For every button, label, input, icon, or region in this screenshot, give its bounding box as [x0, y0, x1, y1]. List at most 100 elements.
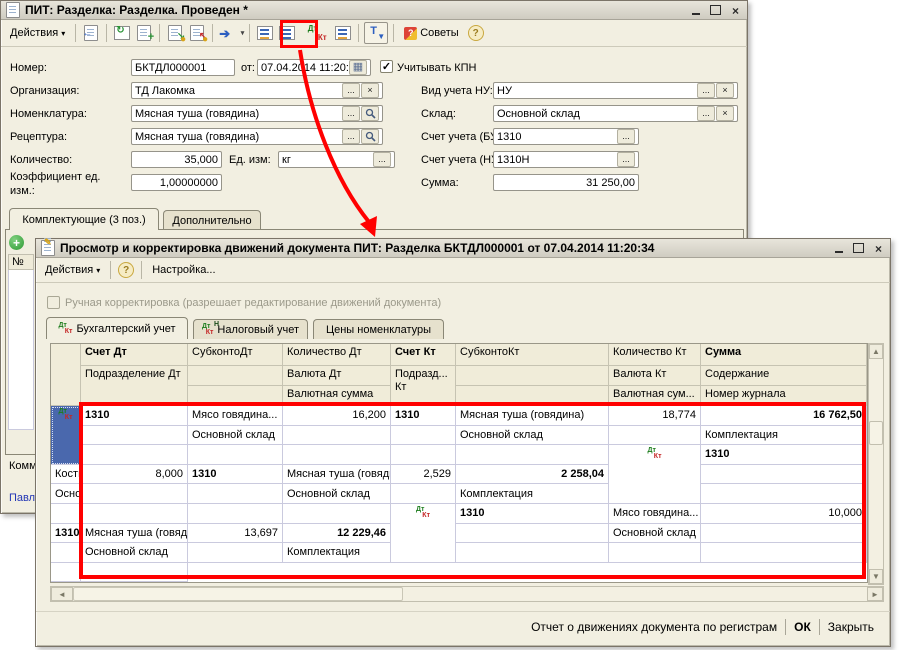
maximize-icon[interactable] [709, 4, 722, 16]
vertical-scrollbar[interactable]: ▲ ▼ [868, 343, 884, 585]
cell-val-summa-dt[interactable] [609, 543, 701, 563]
cell-val-summa-kt[interactable] [188, 504, 283, 524]
ok-button[interactable]: ОК [786, 620, 819, 634]
cell-qty-dt[interactable]: 10,000 [701, 504, 867, 524]
cell-subkonto-kt[interactable]: Мясная туша (говядина) [81, 524, 188, 544]
cell-subkonto-kt[interactable]: Мясная туша (говядина) [456, 406, 609, 426]
cell-qty-dt[interactable]: 8,000 [81, 465, 188, 485]
nu-kind-field[interactable]: НУ ... × [493, 82, 738, 99]
cell-subkonto-kt[interactable]: Основной склад [81, 543, 188, 563]
movements-window-titlebar[interactable]: ✎ Просмотр и корректировка движений доку… [36, 239, 890, 258]
number-column[interactable] [8, 270, 34, 430]
cell-valuta-kt[interactable] [188, 543, 283, 563]
register-report-button[interactable]: Отчет о движениях документа по регистрам [523, 620, 785, 634]
select-icon[interactable]: ... [342, 129, 360, 144]
unpost-document-icon[interactable]: ↖● [187, 23, 207, 43]
post-document-icon[interactable]: ↘● [165, 23, 185, 43]
cell-podrazdelenie-dt[interactable] [81, 426, 188, 446]
filter-icon[interactable]: Т▼ [364, 22, 388, 44]
cell-valuta-dt[interactable] [701, 524, 867, 544]
scroll-thumb[interactable] [73, 587, 403, 601]
horizontal-scrollbar[interactable]: ◄ ► [50, 586, 884, 602]
advice-button[interactable]: ? Советы [399, 25, 463, 42]
cell-podrazdelenie-dt[interactable] [456, 524, 609, 544]
scroll-up-icon[interactable]: ▲ [869, 344, 883, 359]
cell-subkonto-dt[interactable]: Основной склад [609, 524, 701, 544]
cell-valuta-kt[interactable] [609, 426, 701, 446]
copy-icon[interactable]: + [134, 23, 154, 43]
cell-soderzhanie[interactable]: Комплектация [456, 484, 609, 504]
cell-subkonto-dt[interactable] [701, 484, 867, 504]
cell-nomer-zhurnala[interactable] [456, 445, 609, 465]
date-field[interactable]: 07.04.2014 11:20:34 ▦ [257, 59, 371, 76]
clear-icon[interactable]: × [716, 106, 734, 121]
select-icon[interactable]: ... [697, 83, 715, 98]
cell-val-summa-kt[interactable] [51, 563, 81, 583]
cell-subkonto-dt[interactable]: Основной склад [51, 484, 81, 504]
cell-valuta-kt[interactable] [391, 484, 456, 504]
actions-button[interactable]: Действия ▾ [40, 262, 105, 278]
cell-soderzhanie[interactable]: Комплектация [283, 543, 391, 563]
help-icon[interactable]: ? [116, 260, 136, 280]
recipe-field[interactable]: Мясная туша (говядина) ... [131, 128, 383, 145]
warehouse-field[interactable]: Основной склад ... × [493, 105, 738, 122]
tab-tax[interactable]: ДтНКт Налоговый учет [193, 319, 308, 339]
coefficient-field[interactable]: 1,00000000 [131, 174, 222, 191]
tab-accounting[interactable]: ДтКт Бухгалтерский учет [46, 317, 188, 339]
scroll-down-icon[interactable]: ▼ [869, 569, 883, 584]
row-structure-icon[interactable] [255, 23, 275, 43]
nomer-field[interactable]: БКТДЛ000001 [131, 59, 235, 76]
refresh-icon[interactable]: ↻ [112, 23, 132, 43]
report-list-icon[interactable] [333, 23, 353, 43]
cell-valuta-dt[interactable] [283, 426, 391, 446]
cell-subkonto-dt[interactable] [456, 543, 609, 563]
kpn-checkbox[interactable]: ✓ [380, 60, 393, 73]
clear-icon[interactable]: × [361, 83, 379, 98]
cell-summa[interactable]: 12 229,46 [283, 524, 391, 544]
select-icon[interactable]: ... [617, 129, 635, 144]
cell-val-summa-kt[interactable] [391, 445, 456, 465]
cell-podrazdelenie-dt[interactable] [701, 465, 867, 485]
cell-podrazdelenie-kt[interactable] [391, 426, 456, 446]
cell-qty-kt[interactable]: 2,529 [391, 465, 456, 485]
cell-schet-kt[interactable]: 1310 [188, 465, 283, 485]
cell-summa[interactable]: 2 258,04 [456, 465, 609, 485]
maximize-icon[interactable] [852, 242, 865, 254]
goto-icon[interactable]: ➔▾ [218, 23, 244, 43]
add-row-icon[interactable]: + [9, 235, 24, 250]
quantity-field[interactable]: 35,000 [131, 151, 222, 168]
unit-field[interactable]: кг ... [278, 151, 395, 168]
cell-subkonto-dt[interactable]: Основной склад [188, 426, 283, 446]
cell-schet-kt[interactable]: 1310 [51, 524, 81, 544]
cell-subkonto-dt[interactable]: Кости пищевые [51, 465, 81, 485]
cell-subkonto-dt[interactable] [81, 445, 188, 465]
actions-button[interactable]: Действия ▾ [5, 25, 70, 41]
close-button[interactable]: Закрыть [820, 620, 882, 634]
row-marker[interactable]: ДтКт [51, 406, 81, 465]
cell-schet-dt[interactable]: 1310 [456, 504, 609, 524]
cell-nomer-zhurnala[interactable] [283, 504, 391, 524]
cell-subkonto-kt[interactable] [81, 504, 188, 524]
scroll-thumb[interactable] [869, 421, 883, 445]
magnifier-icon[interactable] [361, 106, 379, 121]
cell-podrazdelenie-kt[interactable] [188, 484, 283, 504]
calendar-icon[interactable]: ▦ [349, 60, 367, 75]
nu-account-field[interactable]: 1310Н ... [493, 151, 639, 168]
cell-qty-dt[interactable]: 16,200 [283, 406, 391, 426]
cell-subkonto-kt[interactable]: Основной склад [456, 426, 609, 446]
tab-components[interactable]: Комплектующие (3 поз.) [9, 208, 159, 230]
check-rows-icon[interactable] [277, 23, 297, 43]
organization-field[interactable]: ТД Лакомка ... × [131, 82, 383, 99]
cell-summa[interactable]: 16 762,50 [701, 406, 867, 426]
select-icon[interactable]: ... [617, 152, 635, 167]
magnifier-icon[interactable] [361, 129, 379, 144]
clear-icon[interactable]: × [716, 83, 734, 98]
cell-subkonto-dt[interactable]: Мясо говядина... [188, 406, 283, 426]
document-window-titlebar[interactable]: ПИТ: Разделка: Разделка. Проведен * × [1, 1, 747, 20]
cell-schet-kt[interactable]: 1310 [391, 406, 456, 426]
cell-schet-dt[interactable]: 1310 [81, 406, 188, 426]
select-icon[interactable]: ... [342, 83, 360, 98]
cell-schet-dt[interactable]: 1310 [701, 445, 867, 465]
sum-field[interactable]: 31 250,00 [493, 174, 639, 191]
close-icon[interactable]: × [729, 4, 742, 16]
